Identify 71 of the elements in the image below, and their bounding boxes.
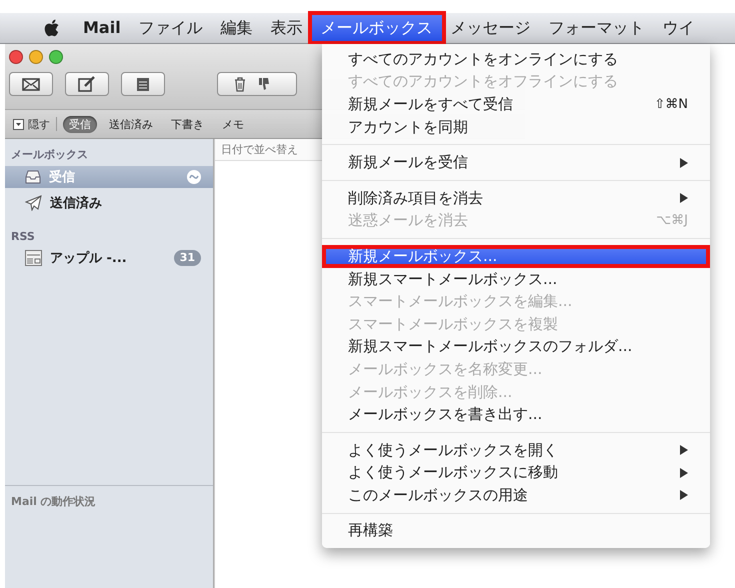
menu-item[interactable]: 削除済み項目を消去	[322, 186, 710, 210]
menu-item[interactable]: 新規メールボックス...	[322, 245, 710, 268]
favorite-tab[interactable]: 受信	[63, 116, 97, 132]
mailbox-item[interactable]: 送信済み	[5, 192, 213, 214]
favorite-tab[interactable]: 送信済み	[103, 116, 159, 132]
menu-item-label: 新規メールをすべて受信	[348, 94, 514, 114]
app-menu[interactable]: Mail	[74, 15, 130, 41]
zoom-button[interactable]	[49, 50, 63, 64]
activity-title: Mail の動作状況	[10, 494, 97, 509]
menu-title[interactable]: 編集	[212, 15, 262, 41]
menu-item[interactable]: 新規スマートメールボックスのフォルダ...	[322, 336, 710, 358]
mailbox-label: アップル -...	[50, 250, 128, 267]
menu-item-label: 新規スマートメールボックス...	[348, 270, 558, 289]
menu-item[interactable]: このメールボックスの用途	[322, 484, 710, 507]
favorite-tab[interactable]: 下書き	[165, 116, 210, 132]
menu-item-label: すべてのアカウントをオフラインにする	[348, 72, 619, 92]
section-header: RSS	[10, 229, 36, 245]
mailbox-label: 受信	[49, 168, 76, 186]
menu-item-label: メールボックスを削除...	[348, 382, 514, 402]
menu-item-label: このメールボックスの用途	[348, 486, 529, 505]
menu-item-label: よく使うメールボックスに移動	[348, 463, 559, 482]
menu-title[interactable]: メールボックス	[312, 15, 442, 41]
menu-item-label: メールボックスを書き出す...	[348, 405, 544, 424]
list-icon	[136, 76, 150, 92]
shortcut-label: ⌥⌘J	[656, 213, 688, 228]
minimize-button[interactable]	[29, 50, 43, 64]
menu-item-label: スマートメールボックスを編集...	[348, 292, 574, 312]
menu-item[interactable]: よく使うメールボックスを開く	[322, 438, 710, 462]
mailbox-label: 送信済み	[50, 194, 103, 212]
menu-item-label: 削除済み項目を消去	[348, 188, 484, 208]
disclosure-icon	[13, 118, 24, 130]
menu-title[interactable]: ファイル	[130, 15, 212, 41]
menu-item[interactable]: すべてのアカウントをオンラインにする	[322, 48, 710, 71]
trash-icon[interactable]	[234, 76, 246, 92]
menu-item-label: 迷惑メールを消去	[348, 211, 469, 230]
menu-item-label: 再構築	[348, 521, 394, 540]
menu-item[interactable]: 新規メールをすべて受信 ⇧⌘N	[322, 93, 710, 116]
mailbox-item[interactable]: アップル -... 31	[5, 247, 213, 269]
menu-title[interactable]: ウイ	[654, 15, 704, 41]
menu-item[interactable]: メールボックスを書き出す...	[322, 403, 710, 426]
menu-item-label: 新規メールを受信	[348, 153, 469, 172]
pencil-icon	[78, 76, 96, 92]
section-header: メールボックス	[10, 147, 89, 163]
menu-item-label: アカウントを同期	[348, 118, 469, 137]
menu-item[interactable]: 再構築	[322, 520, 710, 542]
menu-item[interactable]: よく使うメールボックスに移動	[322, 462, 710, 484]
menu-item-label: すべてのアカウントをオンラインにする	[348, 50, 619, 69]
menu-item[interactable]: 新規メールを受信	[322, 151, 710, 174]
menu-title[interactable]: 表示	[262, 15, 312, 41]
shortcut-label: ⇧⌘N	[654, 96, 688, 112]
envelope-icon	[22, 78, 40, 90]
menu-item-label: メールボックスを名称変更...	[348, 360, 544, 379]
menu-item-label: 新規メールボックス...	[348, 246, 498, 266]
inbox-tray-icon	[25, 170, 41, 184]
menu-title[interactable]: フォーマット	[540, 15, 654, 41]
menu-item-label: よく使うメールボックスを開く	[348, 440, 559, 460]
menu-item[interactable]: 新規スマートメールボックス...	[322, 268, 710, 290]
favorite-tab[interactable]: メモ	[216, 116, 250, 132]
menu-title[interactable]: メッセージ	[442, 15, 540, 41]
close-button[interactable]	[9, 50, 23, 64]
get-mail-button[interactable]	[9, 72, 53, 96]
menu-item-label: スマートメールボックスを複製	[348, 314, 559, 334]
menu-item[interactable]: アカウントを同期	[322, 116, 710, 138]
paper-plane-icon	[25, 195, 42, 211]
compose-button[interactable]	[65, 72, 109, 96]
note-button[interactable]	[121, 72, 165, 96]
menu-item-label: 新規スマートメールボックスのフォルダ...	[348, 337, 634, 356]
thumbs-down-icon[interactable]	[258, 77, 270, 91]
unread-count: 31	[174, 250, 201, 266]
hide-button[interactable]: 隠す	[13, 116, 50, 132]
rss-icon	[25, 250, 42, 266]
